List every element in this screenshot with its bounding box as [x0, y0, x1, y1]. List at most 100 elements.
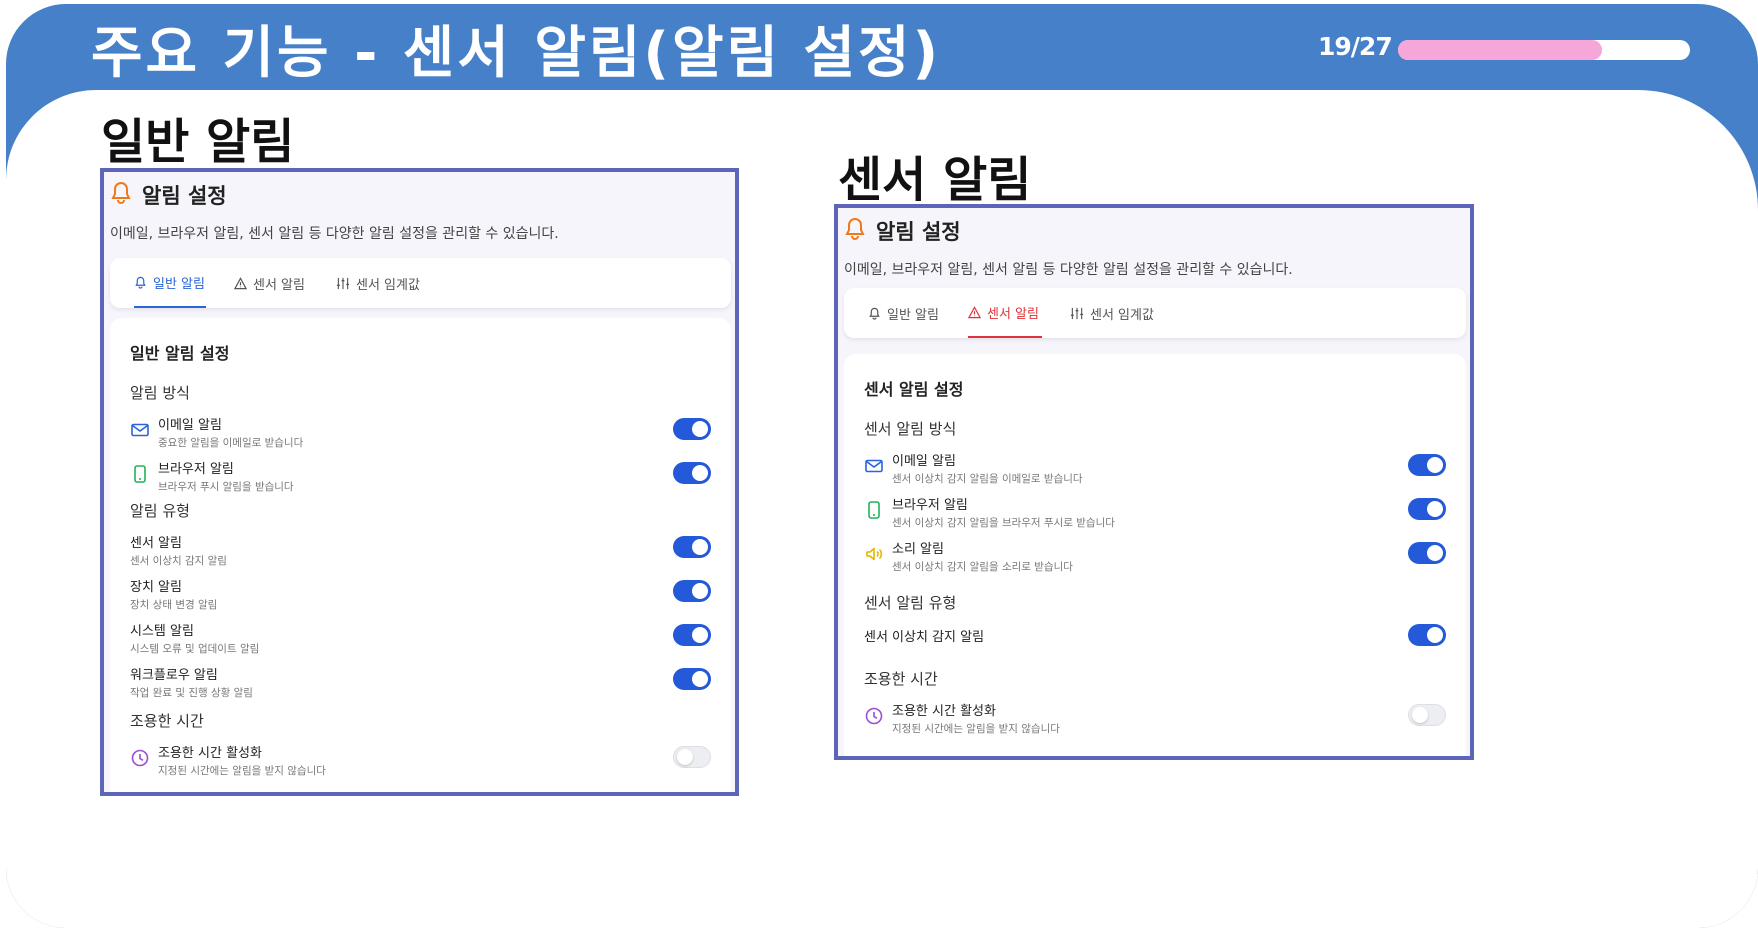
browser-alert-toggle[interactable]	[673, 462, 711, 484]
group-label-quiet: 조용한 시간	[130, 712, 204, 730]
workflow-alert-row: 워크플로우 알림작업 완료 및 진행 상황 알림	[130, 664, 711, 700]
row-label: 시스템 알림	[130, 624, 194, 639]
quiet-hours-row: 조용한 시간 활성화지정된 시간에는 알림을 받지 않습니다	[130, 742, 711, 778]
speaker-icon	[866, 547, 883, 561]
sensor-alert-settings-panel: 알림 설정 이메일, 브라우저 알림, 센서 알림 등 다양한 알림 설정을 관…	[834, 204, 1474, 760]
mail-icon	[131, 423, 149, 437]
sensor-alert-row: 센서 알림센서 이상치 감지 알림	[130, 532, 711, 568]
row-label: 센서 알림	[130, 536, 182, 551]
email-alert-row: 이메일 알림중요한 알림을 이메일로 받습니다	[130, 414, 711, 450]
page-number: 19/27	[1318, 32, 1393, 61]
device-alert-row: 장치 알림장치 상태 변경 알림	[130, 576, 711, 612]
row-label: 브라우저 알림	[892, 498, 968, 513]
group-label-method: 알림 방식	[130, 384, 190, 402]
row-description: 센서 이상치 감지 알림을 이메일로 받습니다	[892, 473, 1083, 485]
email-alert-toggle[interactable]	[673, 418, 711, 440]
row-description: 브라우저 푸시 알림을 받습니다	[158, 481, 294, 493]
sensor-alert-toggle[interactable]	[673, 536, 711, 558]
row-description: 장치 상태 변경 알림	[130, 599, 218, 611]
bell-icon	[135, 276, 146, 289]
tab-sensor-alerts[interactable]: 센서 알림	[968, 288, 1042, 338]
left-section-heading: 일반 알림	[101, 114, 295, 170]
row-description: 센서 이상치 감지 알림을 소리로 받습니다	[892, 561, 1073, 573]
sliders-icon	[1070, 307, 1084, 319]
panel-header: 알림 설정	[844, 216, 961, 246]
row-description: 시스템 오류 및 업데이트 알림	[130, 643, 260, 655]
group-label-type: 알림 유형	[130, 502, 190, 520]
row-label: 브라우저 알림	[158, 462, 234, 477]
tab-label: 센서 알림	[253, 277, 305, 293]
row-description: 센서 이상치 감지 알림을 브라우저 푸시로 받습니다	[892, 517, 1115, 529]
general-settings-card: 일반 알림 설정 알림 방식 이메일 알림중요한 알림을 이메일로 받습니다 브…	[110, 318, 731, 792]
group-label-quiet: 조용한 시간	[864, 670, 938, 688]
tab-sensor-alerts[interactable]: 센서 알림	[234, 258, 306, 308]
clock-icon	[865, 707, 883, 725]
tab-sensor-thresholds[interactable]: 센서 임계값	[336, 258, 426, 308]
sensor-settings-card: 센서 알림 설정 센서 알림 방식 이메일 알림센서 이상치 감지 알림을 이메…	[844, 354, 1466, 756]
mail-icon	[865, 459, 883, 473]
general-alert-settings-panel: 알림 설정 이메일, 브라우저 알림, 센서 알림 등 다양한 알림 설정을 관…	[100, 168, 739, 796]
phone-icon	[868, 501, 880, 519]
tab-label: 일반 알림	[887, 307, 939, 323]
system-alert-row: 시스템 알림시스템 오류 및 업데이트 알림	[130, 620, 711, 656]
card-title: 센서 알림 설정	[864, 380, 964, 399]
group-label-method: 센서 알림 방식	[864, 420, 957, 438]
browser-alert-row: 브라우저 알림센서 이상치 감지 알림을 브라우저 푸시로 받습니다	[864, 494, 1446, 530]
panel-title: 알림 설정	[876, 220, 961, 244]
sensor-anomaly-alert-toggle[interactable]	[1408, 624, 1446, 646]
quiet-hours-toggle[interactable]	[673, 746, 711, 768]
tab-general-alerts[interactable]: 일반 알림	[868, 288, 940, 338]
device-alert-toggle[interactable]	[673, 580, 711, 602]
quiet-hours-row: 조용한 시간 활성화지정된 시간에는 알림을 받지 않습니다	[864, 700, 1446, 736]
panel-header: 알림 설정	[110, 180, 227, 210]
phone-icon	[134, 465, 146, 483]
warning-icon	[234, 276, 247, 289]
panel-description: 이메일, 브라우저 알림, 센서 알림 등 다양한 알림 설정을 관리할 수 있…	[110, 226, 559, 242]
panel-description: 이메일, 브라우저 알림, 센서 알림 등 다양한 알림 설정을 관리할 수 있…	[844, 262, 1293, 278]
sound-alert-row: 소리 알림센서 이상치 감지 알림을 소리로 받습니다	[864, 538, 1446, 574]
row-description: 센서 이상치 감지 알림	[130, 555, 227, 567]
row-description: 지정된 시간에는 알림을 받지 않습니다	[158, 765, 326, 777]
tab-sensor-thresholds[interactable]: 센서 임계값	[1070, 288, 1160, 338]
settings-tabs: 일반 알림 센서 알림 센서 임계값	[844, 288, 1466, 338]
quiet-hours-toggle[interactable]	[1408, 704, 1446, 726]
group-label-type: 센서 알림 유형	[864, 594, 957, 612]
row-label: 장치 알림	[130, 580, 182, 595]
tab-general-alerts[interactable]: 일반 알림	[134, 258, 206, 308]
row-label: 이메일 알림	[158, 418, 222, 433]
settings-tabs: 일반 알림 센서 알림 센서 임계값	[110, 258, 731, 308]
slide-progress-bar	[1398, 40, 1690, 60]
slide-progress-fill	[1398, 40, 1603, 60]
email-alert-toggle[interactable]	[1408, 454, 1446, 476]
workflow-alert-toggle[interactable]	[673, 668, 711, 690]
tab-label: 센서 임계값	[1090, 307, 1154, 323]
clock-icon	[131, 749, 149, 767]
bell-icon	[110, 181, 132, 209]
browser-alert-toggle[interactable]	[1408, 498, 1446, 520]
slide-title: 주요 기능 - 센서 알림(알림 설정)	[91, 21, 942, 86]
bell-icon	[844, 217, 866, 245]
bell-icon	[869, 307, 880, 320]
tab-label: 센서 알림	[987, 306, 1039, 322]
row-description: 지정된 시간에는 알림을 받지 않습니다	[892, 723, 1060, 735]
tab-label: 일반 알림	[153, 276, 205, 292]
row-description: 작업 완료 및 진행 상황 알림	[130, 687, 253, 699]
row-label: 이메일 알림	[892, 454, 956, 469]
browser-alert-row: 브라우저 알림브라우저 푸시 알림을 받습니다	[130, 458, 711, 494]
panel-title: 알림 설정	[142, 184, 227, 208]
row-description: 중요한 알림을 이메일로 받습니다	[158, 437, 304, 449]
email-alert-row: 이메일 알림센서 이상치 감지 알림을 이메일로 받습니다	[864, 450, 1446, 486]
card-title: 일반 알림 설정	[130, 344, 230, 363]
right-section-heading: 센서 알림	[838, 152, 1032, 208]
row-label: 조용한 시간 활성화	[892, 704, 996, 719]
row-label: 소리 알림	[892, 542, 944, 557]
sensor-anomaly-alert-row: 센서 이상치 감지 알림	[864, 620, 1446, 656]
row-label: 조용한 시간 활성화	[158, 746, 262, 761]
sound-alert-toggle[interactable]	[1408, 542, 1446, 564]
row-label: 센서 이상치 감지 알림	[864, 630, 985, 645]
row-label: 워크플로우 알림	[130, 668, 218, 683]
warning-icon	[968, 305, 981, 318]
tab-label: 센서 임계값	[356, 277, 420, 293]
system-alert-toggle[interactable]	[673, 624, 711, 646]
sliders-icon	[336, 277, 350, 289]
